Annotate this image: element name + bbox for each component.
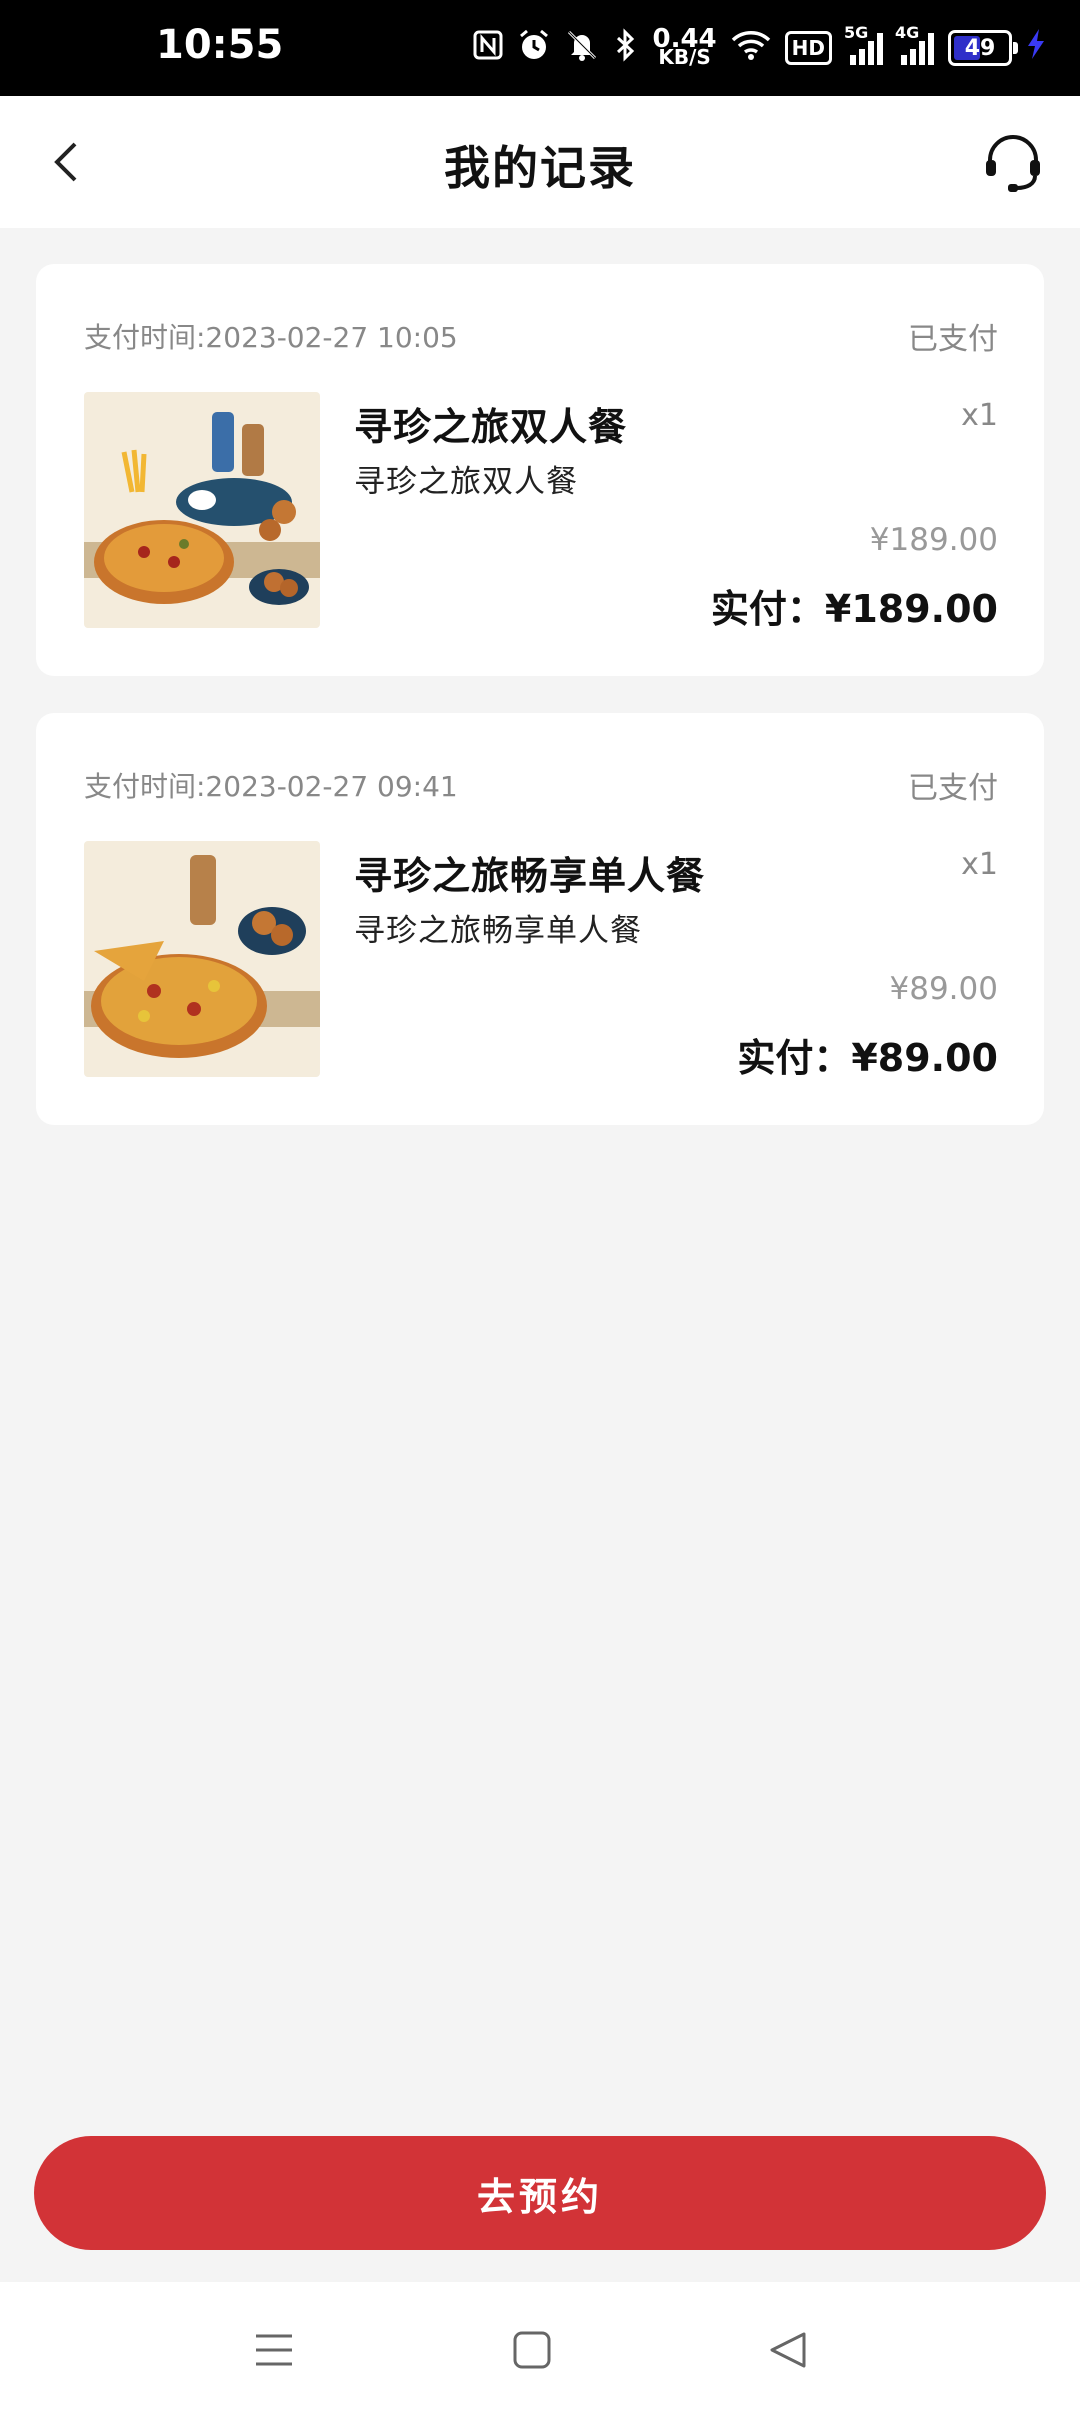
battery-icon: 49: [948, 30, 1018, 66]
product-image: [84, 841, 320, 1077]
original-price: ¥89.00: [889, 971, 998, 1007]
alarm-icon: [517, 28, 551, 68]
menu-icon: [256, 2334, 292, 2366]
item-name: 寻珍之旅双人餐: [354, 405, 628, 449]
bluetooth-icon: [613, 28, 639, 68]
home-icon: [513, 2331, 551, 2369]
nav-home-button[interactable]: [508, 2326, 556, 2374]
order-card[interactable]: 支付时间:2023-02-27 10:05 已支付 寻珍之旅双人餐 寻珍之旅双人…: [36, 264, 1044, 676]
status-badge: 已支付: [908, 322, 998, 357]
mute-icon: [565, 28, 599, 68]
app-header: 我的记录: [0, 96, 1080, 228]
signal-5g-label: 5G: [844, 23, 869, 42]
wifi-icon: [731, 29, 771, 67]
status-bar: 10:55 0.44 KB/S HD 5G 4G 49: [0, 0, 1080, 96]
system-nav-bar: [0, 2282, 1080, 2412]
order-card[interactable]: 支付时间:2023-02-27 09:41 已支付 寻珍之旅畅享单人餐 寻珍之旅…: [36, 713, 1044, 1125]
signal-4g-label: 4G: [895, 23, 920, 42]
network-speed: 0.44 KB/S: [653, 26, 717, 69]
nav-menu-button[interactable]: [250, 2326, 298, 2374]
original-price: ¥189.00: [869, 522, 998, 558]
battery-level: 49: [964, 35, 996, 61]
nfc-icon: [473, 30, 503, 66]
pay-time: 支付时间:2023-02-27 09:41: [84, 770, 458, 803]
item-name: 寻珍之旅畅享单人餐: [354, 854, 706, 898]
status-icons: 0.44 KB/S HD 5G 4G 49: [473, 20, 1047, 76]
status-badge: 已支付: [908, 771, 998, 806]
hd-badge: HD: [784, 31, 832, 65]
back-icon: [770, 2332, 806, 2368]
paid-amount: 实付：¥189.00: [710, 587, 998, 631]
signal-5g: 5G: [844, 23, 883, 65]
item-subtitle: 寻珍之旅畅享单人餐: [354, 913, 642, 949]
item-quantity: x1: [961, 398, 998, 433]
pay-time: 支付时间:2023-02-27 10:05: [84, 321, 458, 354]
page-title: 我的记录: [444, 141, 636, 195]
item-subtitle: 寻珍之旅双人餐: [354, 464, 578, 500]
status-time: 10:55: [156, 22, 284, 68]
customer-service-icon: [986, 135, 1040, 192]
signal-4g: 4G: [895, 23, 934, 65]
item-quantity: x1: [961, 847, 998, 882]
nav-back-button[interactable]: [764, 2326, 812, 2374]
customer-service-button[interactable]: [980, 130, 1046, 196]
charging-icon: [1026, 28, 1046, 69]
net-speed-unit: KB/S: [658, 45, 711, 69]
paid-amount: 实付：¥89.00: [737, 1036, 998, 1080]
reserve-button[interactable]: 去预约: [34, 2136, 1046, 2250]
product-image: [84, 392, 320, 628]
